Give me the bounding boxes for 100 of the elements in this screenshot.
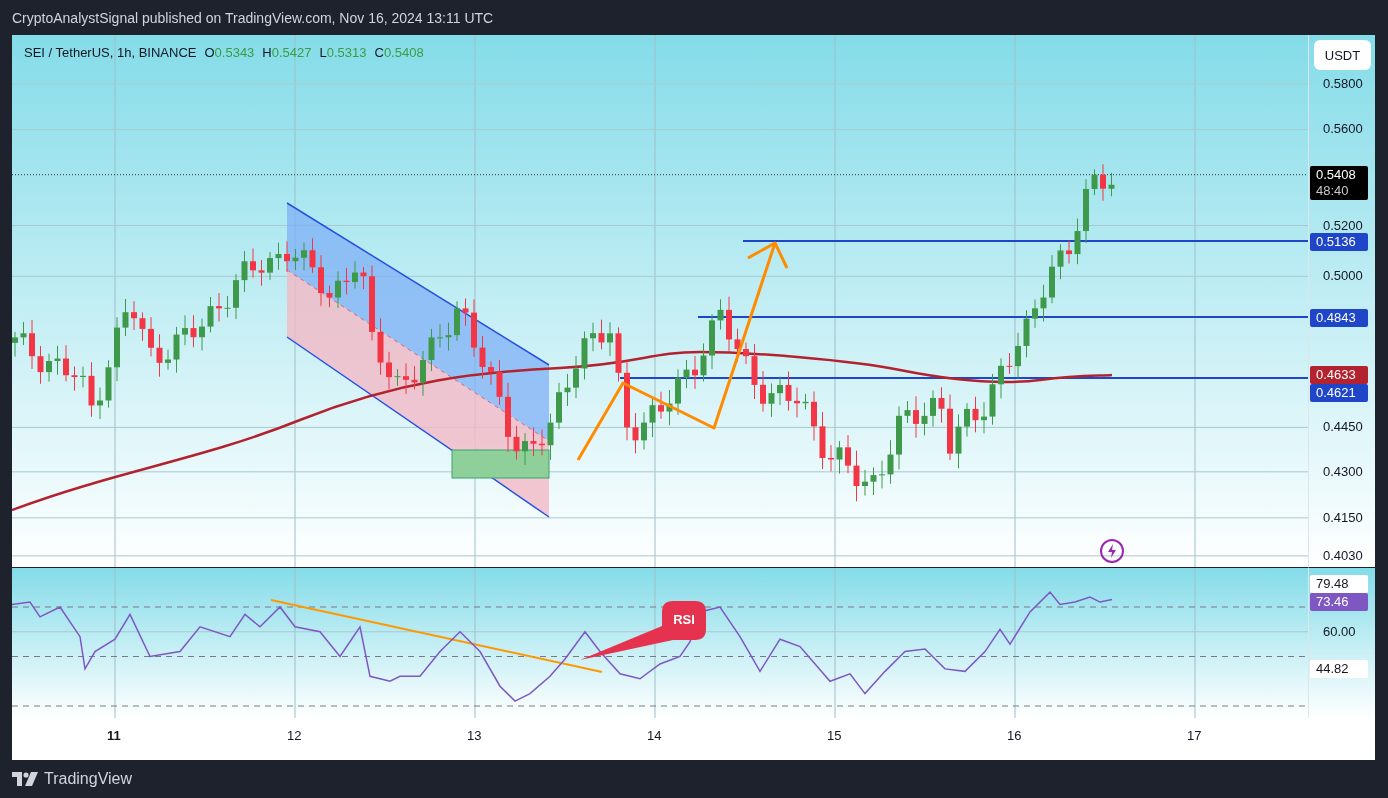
candlestick — [12, 331, 18, 358]
candlestick — [998, 357, 1004, 399]
candlestick — [139, 311, 146, 342]
logo-icon — [12, 772, 38, 786]
candlestick — [794, 387, 800, 418]
candlestick — [386, 351, 392, 390]
candlestick — [394, 368, 401, 387]
currency-button[interactable]: USDT — [1314, 40, 1371, 70]
candlestick — [921, 402, 928, 436]
candlestick — [692, 355, 698, 390]
candlestick — [445, 322, 452, 352]
price-marker: 0.4843 — [1310, 308, 1368, 327]
candlestick — [904, 400, 911, 424]
date-label: 16 — [1007, 728, 1022, 743]
candlestick — [564, 373, 571, 407]
candlestick — [173, 326, 180, 374]
candlestick — [649, 396, 656, 438]
candlestick — [539, 429, 545, 456]
candlestick — [1100, 163, 1106, 202]
date-label: 15 — [827, 728, 842, 743]
rsi-callout: RSI — [580, 601, 706, 660]
candlestick — [250, 248, 256, 279]
candlestick — [301, 242, 307, 271]
candlestick — [37, 345, 44, 385]
candlestick — [46, 353, 52, 383]
candlestick — [913, 395, 919, 439]
candlestick — [97, 387, 103, 420]
ohlc-value: O0.5343 — [204, 45, 255, 60]
candlestick — [471, 298, 477, 358]
candlestick — [428, 328, 435, 372]
candlestick — [420, 350, 426, 397]
price-marker: 0.5408 48:40 — [1310, 165, 1368, 200]
candlestick — [318, 254, 324, 307]
candlestick — [581, 331, 588, 380]
candlestick — [131, 300, 137, 331]
candlestick — [114, 316, 120, 382]
ohlc-value: H0.5427 — [262, 45, 312, 60]
candlestick — [309, 237, 316, 274]
candlestick — [513, 425, 520, 461]
candlestick — [54, 345, 61, 376]
candlestick — [573, 355, 579, 399]
candlestick — [675, 368, 681, 416]
ohlc-value: L0.5313 — [319, 45, 367, 60]
candlestick — [411, 365, 418, 390]
price-marker: 0.4633 — [1310, 366, 1368, 385]
lightning-icon[interactable] — [1099, 538, 1125, 564]
candlestick — [709, 313, 715, 370]
price-tick: 0.5800 — [1323, 76, 1363, 92]
candlestick — [199, 318, 205, 351]
candlestick — [819, 411, 826, 470]
candlestick — [80, 366, 86, 388]
date-label: 11 — [107, 728, 121, 743]
candlestick — [88, 361, 95, 418]
price-tick: 0.4030 — [1323, 547, 1363, 564]
candlestick — [1057, 243, 1064, 280]
candlestick — [828, 444, 834, 472]
date-label: 12 — [287, 728, 302, 743]
rsi-marker: 44.82 — [1310, 660, 1368, 679]
candlestick — [1083, 178, 1089, 244]
price-tick: 0.4450 — [1323, 419, 1363, 436]
candlestick — [964, 402, 970, 438]
ohlc-value: C0.5408 — [374, 45, 424, 60]
candlestick — [1032, 299, 1038, 329]
candlestick — [488, 360, 494, 386]
candlestick — [1049, 254, 1055, 304]
candlestick — [785, 371, 792, 412]
candlestick — [615, 326, 622, 382]
candlestick — [802, 393, 809, 410]
rsi-marker: 73.46 — [1310, 592, 1368, 611]
candlestick — [1066, 240, 1072, 264]
candlestick — [896, 405, 902, 470]
candlestick — [845, 434, 851, 474]
candlestick — [360, 266, 367, 290]
candlestick — [71, 365, 78, 392]
candlestick — [981, 401, 987, 434]
price-tick: 0.5000 — [1323, 268, 1363, 285]
candlestick — [1015, 332, 1021, 380]
date-label: 14 — [647, 728, 662, 743]
price-tick: 0.5200 — [1323, 217, 1363, 234]
candlestick — [930, 389, 936, 428]
candlestick — [658, 391, 664, 420]
candlestick — [207, 296, 214, 333]
candlestick — [326, 285, 333, 308]
candlestick — [156, 333, 163, 378]
countdown: 48:40 — [1316, 182, 1350, 199]
candlestick — [641, 411, 647, 451]
candlestick — [717, 298, 724, 331]
candlestick — [63, 344, 69, 382]
price-marker: 0.5136 — [1310, 232, 1368, 251]
candlestick — [462, 297, 469, 327]
candlestick — [1091, 168, 1098, 196]
candlestick — [190, 314, 197, 348]
publisher-caption: CryptoAnalystSignal published on TradingView.com, Nov 16, 2024 13:11 UTC — [12, 9, 494, 26]
candlestick — [955, 413, 962, 469]
candlestick — [343, 267, 350, 295]
candlestick — [683, 359, 690, 389]
candlestick — [726, 296, 732, 352]
candlestick — [870, 466, 877, 496]
candlestick — [241, 250, 248, 293]
candlestick — [751, 343, 758, 400]
